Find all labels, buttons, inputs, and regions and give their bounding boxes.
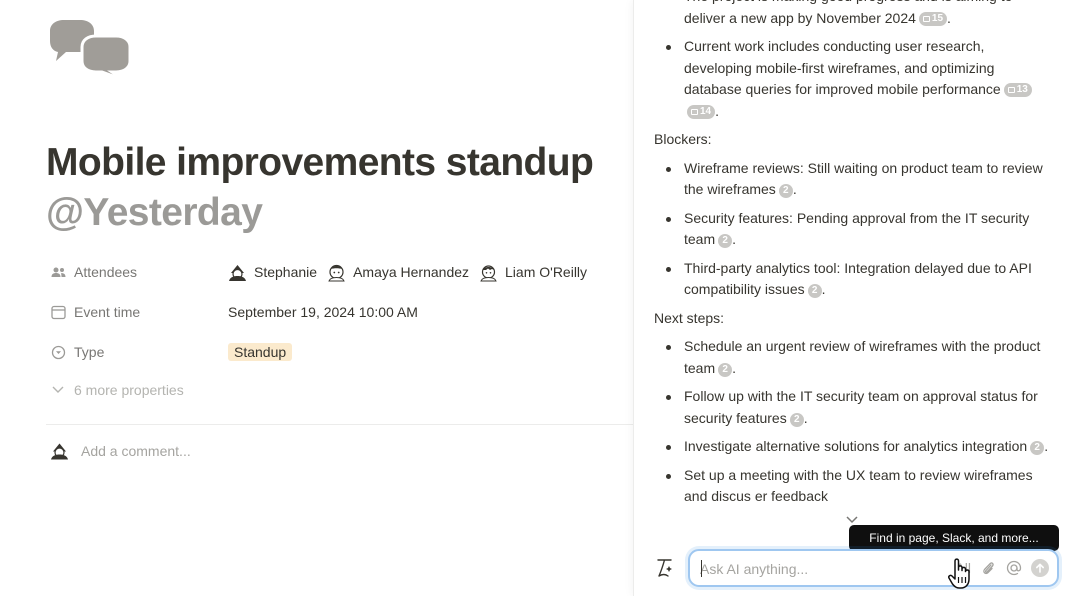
list-item-text: Third-party analytics tool: Integration … [684,259,1032,298]
comment-placeholder: Add a comment... [81,442,191,459]
list-item: Third-party analytics tool: Integration … [654,258,1054,301]
divider [46,424,633,425]
comment-input[interactable]: Add a comment... [50,441,191,460]
page-title[interactable]: Mobile improvements standup @Yesterday [46,138,633,238]
property-type-label[interactable]: Type [50,341,104,363]
list-item: Schedule an urgent review of wireframes … [654,336,1054,379]
citation-number: 15 [931,12,944,24]
list-item: The project is making good progress and … [654,0,1054,29]
hand-cursor-icon [947,557,973,591]
attendee-name: Liam O'Reilly [505,264,588,280]
section-heading: Next steps: [654,309,725,326]
attendee-chip[interactable]: Liam O'Reilly [479,263,587,282]
citation-badge[interactable]: 15 [918,11,948,26]
property-event-time-label[interactable]: Event time [50,301,140,323]
notion-ai-icon [655,557,675,579]
list-item-text: Schedule an urgent review of wireframes … [684,338,1041,376]
more-properties-label: 6 more properties [74,382,184,398]
list-item-text: Follow up with the IT security team on a… [684,388,1038,426]
list-item: Current work includes conducting user re… [654,36,1054,122]
ask-ai-box[interactable]: All [688,549,1059,587]
paperclip-icon[interactable] [979,558,997,578]
event-time-value[interactable]: September 19, 2024 10:00 AM [228,301,418,323]
citation-badge[interactable]: 2 [1030,441,1045,455]
section-heading: Blockers: [654,131,712,147]
speech-bubbles-icon[interactable] [46,19,132,82]
ask-ai-input[interactable] [700,559,930,579]
calendar-icon [50,304,67,321]
tooltip: Find in page, Slack, and more... [849,525,1059,556]
avatar-icon [228,263,247,282]
citation-badge[interactable]: 2 [789,412,804,427]
list-item: Investigate alternative solutions for an… [654,436,1054,458]
arrow-up-icon [1035,563,1045,573]
people-icon [50,264,67,281]
avatar-icon [479,263,498,282]
citation-badge[interactable]: 14 [687,104,716,119]
list-item-text: Investigate alternative solutions for an… [684,438,1028,454]
send-button[interactable] [1031,559,1049,577]
attendee-chip[interactable]: Stephanie [228,263,317,282]
chevron-down-icon [52,386,68,394]
text-caret [701,560,702,577]
more-properties-toggle[interactable]: 6 more properties [52,382,184,398]
list-item-text: Current work includes conducting user re… [684,38,1001,97]
property-attendees-label[interactable]: Attendees [50,261,137,283]
property-label: Type [74,344,105,360]
ai-panel: The project is making good progress and … [633,0,1079,596]
avatar-icon [50,441,69,460]
citation-badge[interactable]: 13 [1003,83,1032,97]
citation-number: 14 [700,105,712,117]
list-item: Follow up with the IT security team on a… [654,386,1054,429]
select-icon [50,344,67,361]
status-tag[interactable]: Standup [228,343,293,361]
citation-badge[interactable]: 2 [778,184,793,198]
list-item-text: Wireframe reviews: Still waiting on prod… [684,159,1043,198]
attendee-name: Amaya Hernandez [353,264,470,280]
property-label: Attendees [74,264,138,280]
attendees-value[interactable]: Stephanie Amaya Hernandez Liam O'Reilly [228,261,597,283]
avatar-icon [327,263,346,282]
citation-badge[interactable]: 2 [718,234,733,248]
citation-badge[interactable]: 2 [807,284,822,298]
citation-number: 13 [1016,84,1028,95]
list-item: Wireframe reviews: Still waiting on prod… [654,158,1054,201]
citation-badge[interactable]: 2 [718,362,733,377]
attendee-chip[interactable]: Amaya Hernandez [327,263,469,282]
list-item: Security features: Pending approval from… [654,208,1054,251]
date-mention[interactable]: @Yesterday [46,188,633,238]
type-value[interactable]: Standup [228,341,293,363]
chevron-down-icon [846,516,858,524]
mention-icon[interactable] [1005,558,1023,578]
property-label: Event time [74,304,141,320]
list-item-text: The project is making good progress and … [684,0,1012,26]
page-content: Mobile improvements standup @Yesterday A… [0,0,633,596]
ai-response: The project is making good progress and … [654,0,1054,515]
page-title-text[interactable]: Mobile improvements standup [46,138,633,188]
list-item-text: Security features: Pending approval from… [684,209,1030,248]
attendee-name: Stephanie [254,264,318,280]
